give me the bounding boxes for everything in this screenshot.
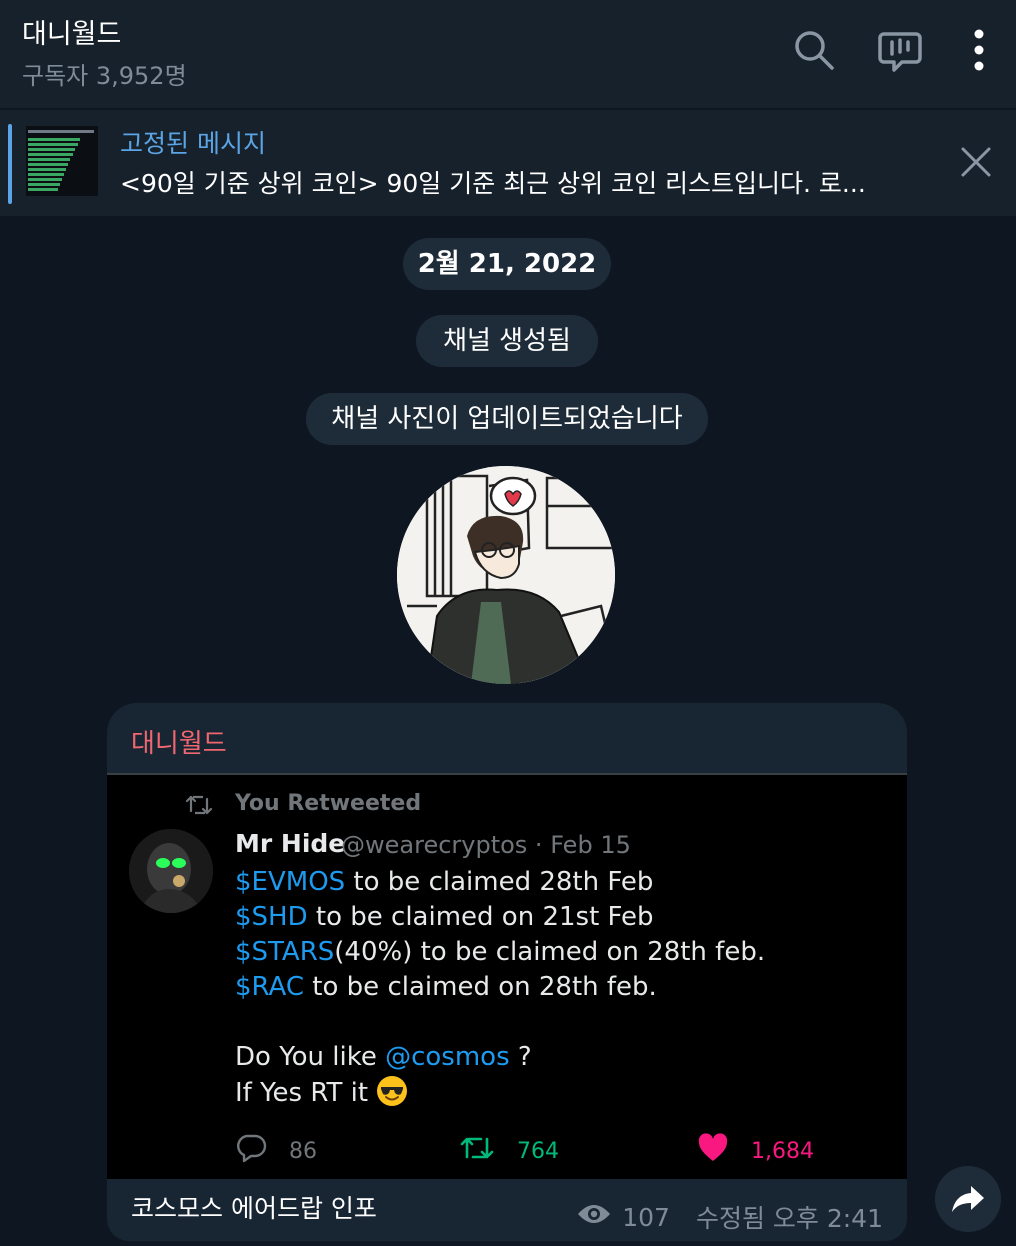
search-icon[interactable]: [792, 28, 836, 72]
sunglasses-emoji-icon: [376, 1075, 408, 1107]
tweet-line-text: to be claimed 28th Feb: [345, 867, 654, 897]
chat-header[interactable]: 대니월드 구독자 3,952명: [0, 0, 1016, 108]
edited-time: 수정됨 오후 2:41: [695, 1204, 883, 1233]
retweet-count: 764: [517, 1138, 559, 1164]
tweet-line: $STARS(40%) to be claimed on 28th feb.: [235, 935, 765, 970]
view-count: 107: [622, 1202, 670, 1232]
reply-count: 86: [289, 1138, 317, 1164]
tweet-line: $RAC to be claimed on 28th feb.: [235, 970, 765, 1005]
eye-icon: [576, 1202, 612, 1232]
tweet-line-text: to be claimed on 28th feb.: [304, 972, 657, 1002]
sender-name[interactable]: 대니월드: [131, 723, 227, 760]
reply-icon: [235, 1133, 267, 1169]
retweet-action[interactable]: 764: [459, 1133, 559, 1169]
retweet-small-icon: [185, 793, 213, 821]
tweet-handle-date: @wearecryptos · Feb 15: [341, 831, 631, 859]
tweet-line: $SHD to be claimed on 21st Feb: [235, 900, 765, 935]
date-badge: 2월 21, 2022: [403, 238, 611, 290]
tweet-line-text: If Yes RT it: [235, 1078, 369, 1108]
tweet-line-text: Do You like: [235, 1042, 386, 1072]
pinned-indicator: [8, 124, 12, 204]
message-meta: 107 수정됨 오후 2:41: [576, 1199, 883, 1235]
tweet-line-text: ?: [509, 1042, 532, 1072]
channel-title[interactable]: 대니월드: [22, 12, 121, 51]
cashtag[interactable]: $EVMOS: [235, 867, 345, 897]
pinned-message-bar[interactable]: 고정된 메시지 <90일 기준 상위 코인> 90일 기준 최근 상위 코인 리…: [0, 110, 1016, 216]
forward-icon: [951, 1184, 985, 1218]
tweet-body: $EVMOS to be claimed 28th Feb $SHD to be…: [235, 865, 765, 1110]
pinned-label: 고정된 메시지: [120, 129, 266, 158]
pinned-text: <90일 기준 상위 코인> 90일 기준 최근 상위 코인 리스트입니다. 로…: [120, 169, 866, 198]
pinned-thumbnail: [26, 126, 98, 196]
tweet-author-name: Mr Hide: [235, 829, 346, 858]
close-icon[interactable]: [958, 144, 994, 180]
cashtag[interactable]: $STARS: [235, 937, 334, 967]
tweet-line: Do You like @cosmos ?: [235, 1040, 765, 1075]
message-caption: 코스모스 에어드랍 인포: [131, 1194, 377, 1223]
message-bubble[interactable]: 대니월드 You Retweeted Mr Hide @wearecryptos…: [107, 703, 907, 1241]
tweet-screenshot[interactable]: You Retweeted Mr Hide @wearecryptos · Fe…: [107, 773, 907, 1179]
tweet-line-text: (40%) to be claimed on 28th feb.: [334, 937, 766, 967]
mention-link[interactable]: @cosmos: [385, 1042, 510, 1072]
live-chat-icon[interactable]: [876, 28, 922, 72]
photo-updated-notice: 채널 사진이 업데이트되었습니다: [306, 393, 708, 445]
tweet-author-avatar: [129, 829, 213, 913]
cashtag[interactable]: $RAC: [235, 972, 304, 1002]
cashtag[interactable]: $SHD: [235, 902, 308, 932]
forward-button[interactable]: [935, 1166, 1001, 1232]
retweeted-label: You Retweeted: [235, 791, 422, 816]
retweet-icon: [459, 1133, 495, 1169]
subscriber-count: 구독자 3,952명: [22, 62, 187, 90]
channel-created-notice: 채널 생성됨: [416, 315, 598, 367]
tweet-line-text: to be claimed on 21st Feb: [307, 902, 654, 932]
channel-photo[interactable]: [397, 466, 615, 684]
tweet-line: $EVMOS to be claimed 28th Feb: [235, 865, 765, 900]
heart-icon: [697, 1133, 729, 1169]
reply-action[interactable]: 86: [235, 1133, 317, 1169]
like-action[interactable]: 1,684: [697, 1133, 814, 1169]
more-menu-icon[interactable]: [962, 28, 996, 72]
tweet-line: If Yes RT it: [235, 1075, 765, 1110]
like-count: 1,684: [751, 1138, 814, 1164]
